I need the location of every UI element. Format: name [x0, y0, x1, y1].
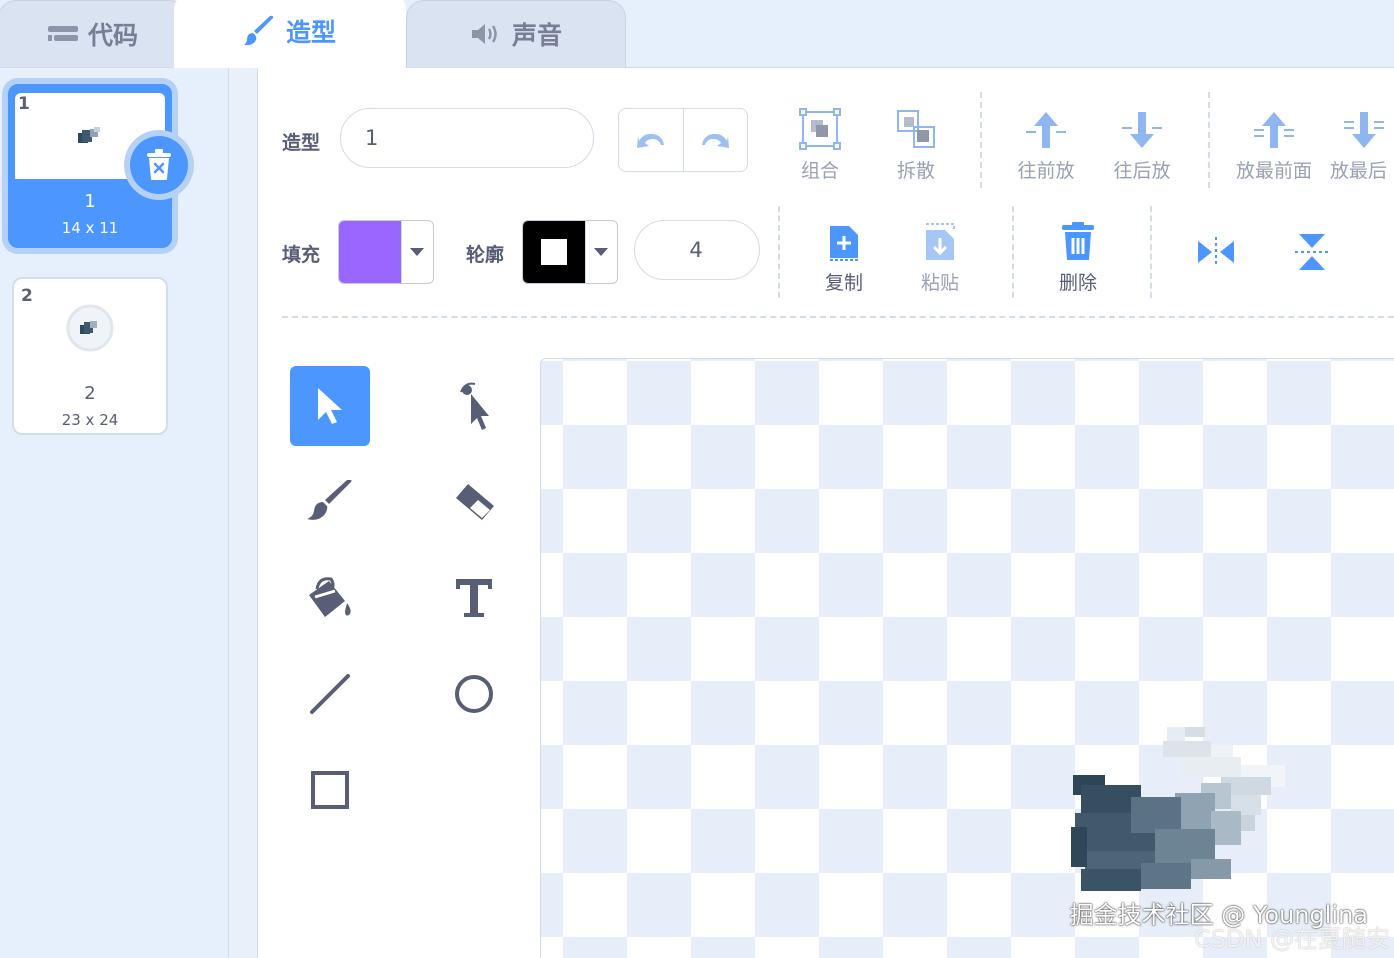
- backward-label: 往后放: [1113, 160, 1171, 182]
- rectangle-tool[interactable]: [290, 750, 370, 830]
- tab-sounds-label: 声音: [511, 21, 562, 50]
- divider: [980, 92, 982, 188]
- copy-icon: [796, 214, 892, 262]
- costume-size: 23 x 24: [61, 411, 119, 429]
- costume-thumbnail-image: [66, 304, 114, 352]
- flip-horizontal-button[interactable]: [1192, 232, 1240, 272]
- chevron-down-icon: [401, 221, 432, 283]
- costume-list-scrollbar[interactable]: [229, 68, 258, 958]
- costume-name-label: 造型: [282, 132, 321, 154]
- ungroup-button[interactable]: 拆散: [868, 102, 964, 183]
- arrow-cursor-icon: [318, 388, 342, 424]
- brush-tool[interactable]: [290, 462, 370, 542]
- costume-thumbnail: [18, 285, 162, 371]
- bring-to-front-button[interactable]: 放最前面: [1224, 102, 1324, 183]
- costume-number: 1: [18, 94, 30, 114]
- costume-name: 1: [84, 191, 96, 212]
- undo-icon: [636, 133, 664, 148]
- brush-icon: [307, 480, 352, 520]
- divider: [778, 206, 780, 298]
- copy-button[interactable]: 复制: [796, 214, 892, 295]
- outline-width-input[interactable]: [634, 220, 760, 280]
- trash-icon: [1030, 214, 1126, 262]
- fill-color-picker[interactable]: [338, 220, 434, 284]
- toolbar-divider: [282, 316, 1394, 318]
- costume-number: 2: [21, 286, 33, 306]
- paste-button[interactable]: 粘贴: [892, 214, 988, 295]
- line-tool[interactable]: [290, 654, 370, 734]
- redo-icon: [702, 133, 730, 148]
- tab-costumes[interactable]: 造型: [174, 0, 406, 68]
- group-icon: [772, 102, 868, 150]
- back-label: 放最后: [1330, 160, 1388, 182]
- fill-color-swatch: [339, 221, 401, 283]
- undo-redo-group: [618, 108, 748, 172]
- code-icon: [47, 23, 78, 45]
- send-to-back-button[interactable]: 放最后: [1330, 102, 1394, 183]
- trash-icon: [147, 149, 171, 180]
- flip-horizontal-icon: [1198, 237, 1234, 267]
- watermark-text: CSDN @在夏随安: [1193, 925, 1390, 953]
- costume-size: 14 x 11: [61, 219, 119, 237]
- outline-color-swatch: [523, 221, 585, 283]
- group-button[interactable]: 组合: [772, 102, 868, 183]
- speaker-icon: [470, 22, 502, 46]
- circle-tool[interactable]: [434, 654, 514, 734]
- backward-button[interactable]: 往后放: [1094, 102, 1190, 183]
- eraser-icon: [456, 484, 494, 520]
- reshape-icon: [460, 382, 489, 430]
- divider: [1012, 206, 1014, 298]
- drawing-canvas[interactable]: 掘金技术社区 @ Younglina CSDN @在夏随安: [540, 358, 1394, 958]
- flip-vertical-icon: [1295, 234, 1329, 270]
- move-backward-icon: [1094, 102, 1190, 150]
- paint-bucket-icon: [309, 577, 351, 617]
- redo-button[interactable]: [682, 109, 748, 171]
- sprite-image: [1071, 727, 1285, 891]
- back-icon: [1330, 102, 1394, 150]
- tab-code[interactable]: 代码: [0, 0, 188, 67]
- ungroup-icon: [868, 102, 964, 150]
- delete-label: 删除: [1058, 272, 1097, 294]
- paste-icon: [892, 214, 988, 262]
- rectangle-icon: [311, 771, 349, 809]
- costume-thumbnail-image: [78, 127, 100, 143]
- costume-item-2[interactable]: 2 2 23 x 24: [12, 277, 168, 435]
- move-forward-icon: [998, 102, 1094, 150]
- circle-icon: [455, 675, 493, 713]
- text-icon: [456, 579, 492, 617]
- delete-costume-button[interactable]: [130, 136, 188, 194]
- copy-label: 复制: [824, 272, 863, 294]
- delete-button[interactable]: 删除: [1030, 214, 1126, 295]
- costume-list: 1 1 14 x 11 2 2 23 x 24: [0, 68, 229, 958]
- chevron-down-icon: [585, 221, 616, 283]
- paste-label: 粘贴: [920, 272, 959, 294]
- front-label: 放最前面: [1235, 160, 1312, 182]
- undo-button[interactable]: [619, 109, 683, 171]
- forward-label: 往前放: [1017, 160, 1075, 182]
- reshape-tool[interactable]: [434, 366, 514, 446]
- divider: [1208, 92, 1210, 188]
- tab-sounds[interactable]: 声音: [406, 0, 626, 67]
- front-icon: [1224, 102, 1324, 150]
- editor-tabs: 代码 造型 声音: [0, 0, 1394, 68]
- brush-icon: [243, 15, 276, 47]
- tab-code-label: 代码: [87, 21, 138, 50]
- outline-label: 轮廓: [466, 244, 505, 266]
- fill-label: 填充: [282, 244, 321, 266]
- eraser-tool[interactable]: [434, 462, 514, 542]
- tab-costumes-label: 造型: [285, 17, 336, 47]
- fill-tool[interactable]: [290, 558, 370, 638]
- ungroup-label: 拆散: [896, 160, 935, 182]
- divider: [1150, 206, 1152, 298]
- outline-color-picker[interactable]: [522, 220, 618, 284]
- forward-button[interactable]: 往前放: [998, 102, 1094, 183]
- line-icon: [310, 674, 350, 714]
- select-tool[interactable]: [290, 366, 370, 446]
- group-label: 组合: [800, 160, 839, 182]
- flip-vertical-button[interactable]: [1288, 228, 1336, 276]
- costume-name: 2: [84, 383, 96, 404]
- paint-editor: 造型 组合 拆散 往前放 往后放: [258, 68, 1394, 958]
- costume-name-input[interactable]: [340, 108, 594, 168]
- text-tool[interactable]: [434, 558, 514, 638]
